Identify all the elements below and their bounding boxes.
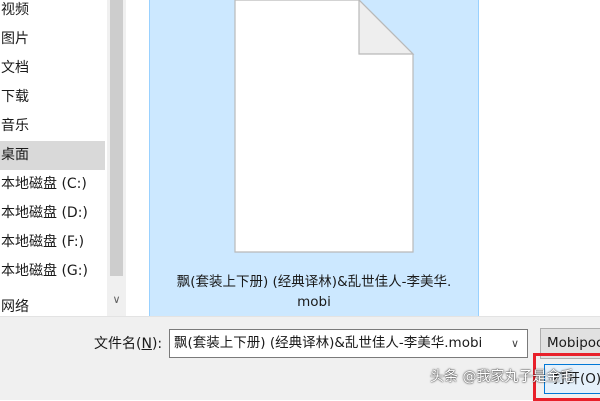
file-item[interactable]: 飘(套装上下册) (经典译林)&乱世佳人-李美华. mobi [149, 0, 479, 316]
save-dialog-footer: 文件名(N): ∨ Mobipocket 打开(O) [0, 316, 600, 401]
nav-item-label: 网络 [1, 299, 29, 315]
filename-label-suffix: ): [151, 336, 163, 352]
nav-item-drive-d[interactable]: 本地磁盘 (D:) [0, 199, 105, 228]
nav-item-desktop[interactable]: 桌面 [0, 141, 105, 170]
filename-label-text: 文件名( [94, 336, 142, 352]
nav-item-label: 视频 [1, 2, 29, 18]
file-name-line: 飘(套装上下册) (经典译林)&乱世佳人-李美华. [176, 274, 452, 290]
chevron-down-icon[interactable]: ∨ [507, 330, 523, 357]
scroll-thumb[interactable] [110, 0, 123, 276]
nav-item-label: 本地磁盘 (G:) [1, 263, 88, 279]
filename-label: 文件名(N): [94, 335, 162, 353]
nav-item-videos[interactable]: 视频 [0, 0, 105, 25]
nav-item-label: 音乐 [1, 118, 29, 134]
nav-item-label: 文档 [1, 60, 29, 76]
open-button[interactable]: 打开(O) [544, 364, 600, 394]
filename-label-hotkey: N [141, 336, 152, 352]
file-name-ext: mobi [297, 294, 331, 310]
nav-item-documents[interactable]: 文档 [0, 54, 105, 83]
filename-combobox[interactable]: ∨ [169, 329, 528, 358]
navigation-pane: 视频 图片 文档 下载 音乐 桌面 本地磁盘 (C:) 本地磁盘 (D:) 本地… [0, 0, 107, 316]
highlight-annotation: 打开(O) [533, 353, 600, 401]
file-name: 飘(套装上下册) (经典译林)&乱世佳人-李美华. mobi [154, 272, 474, 312]
nav-item-label: 本地磁盘 (D:) [1, 205, 88, 221]
nav-item-music[interactable]: 音乐 [0, 112, 105, 141]
nav-item-downloads[interactable]: 下载 [0, 83, 105, 112]
nav-item-label: 本地磁盘 (F:) [1, 234, 85, 250]
filename-input[interactable] [174, 330, 504, 357]
nav-item-label: 图片 [1, 31, 29, 47]
nav-item-pictures[interactable]: 图片 [0, 25, 105, 54]
nav-item-label: 下载 [1, 89, 29, 105]
document-icon [234, 0, 415, 253]
nav-item-label: 桌面 [1, 147, 29, 163]
nav-item-drive-f[interactable]: 本地磁盘 (F:) [0, 228, 105, 257]
nav-item-label: 本地磁盘 (C:) [1, 176, 87, 192]
nav-item-drive-c[interactable]: 本地磁盘 (C:) [0, 170, 105, 199]
file-list-pane: 飘(套装上下册) (经典译林)&乱世佳人-李美华. mobi [126, 0, 600, 316]
chevron-down-icon[interactable]: ∨ [107, 288, 126, 312]
nav-item-network[interactable]: 网络 [0, 293, 105, 316]
nav-item-drive-g[interactable]: 本地磁盘 (G:) [0, 257, 105, 286]
nav-scrollbar[interactable]: ∨ [107, 0, 126, 316]
